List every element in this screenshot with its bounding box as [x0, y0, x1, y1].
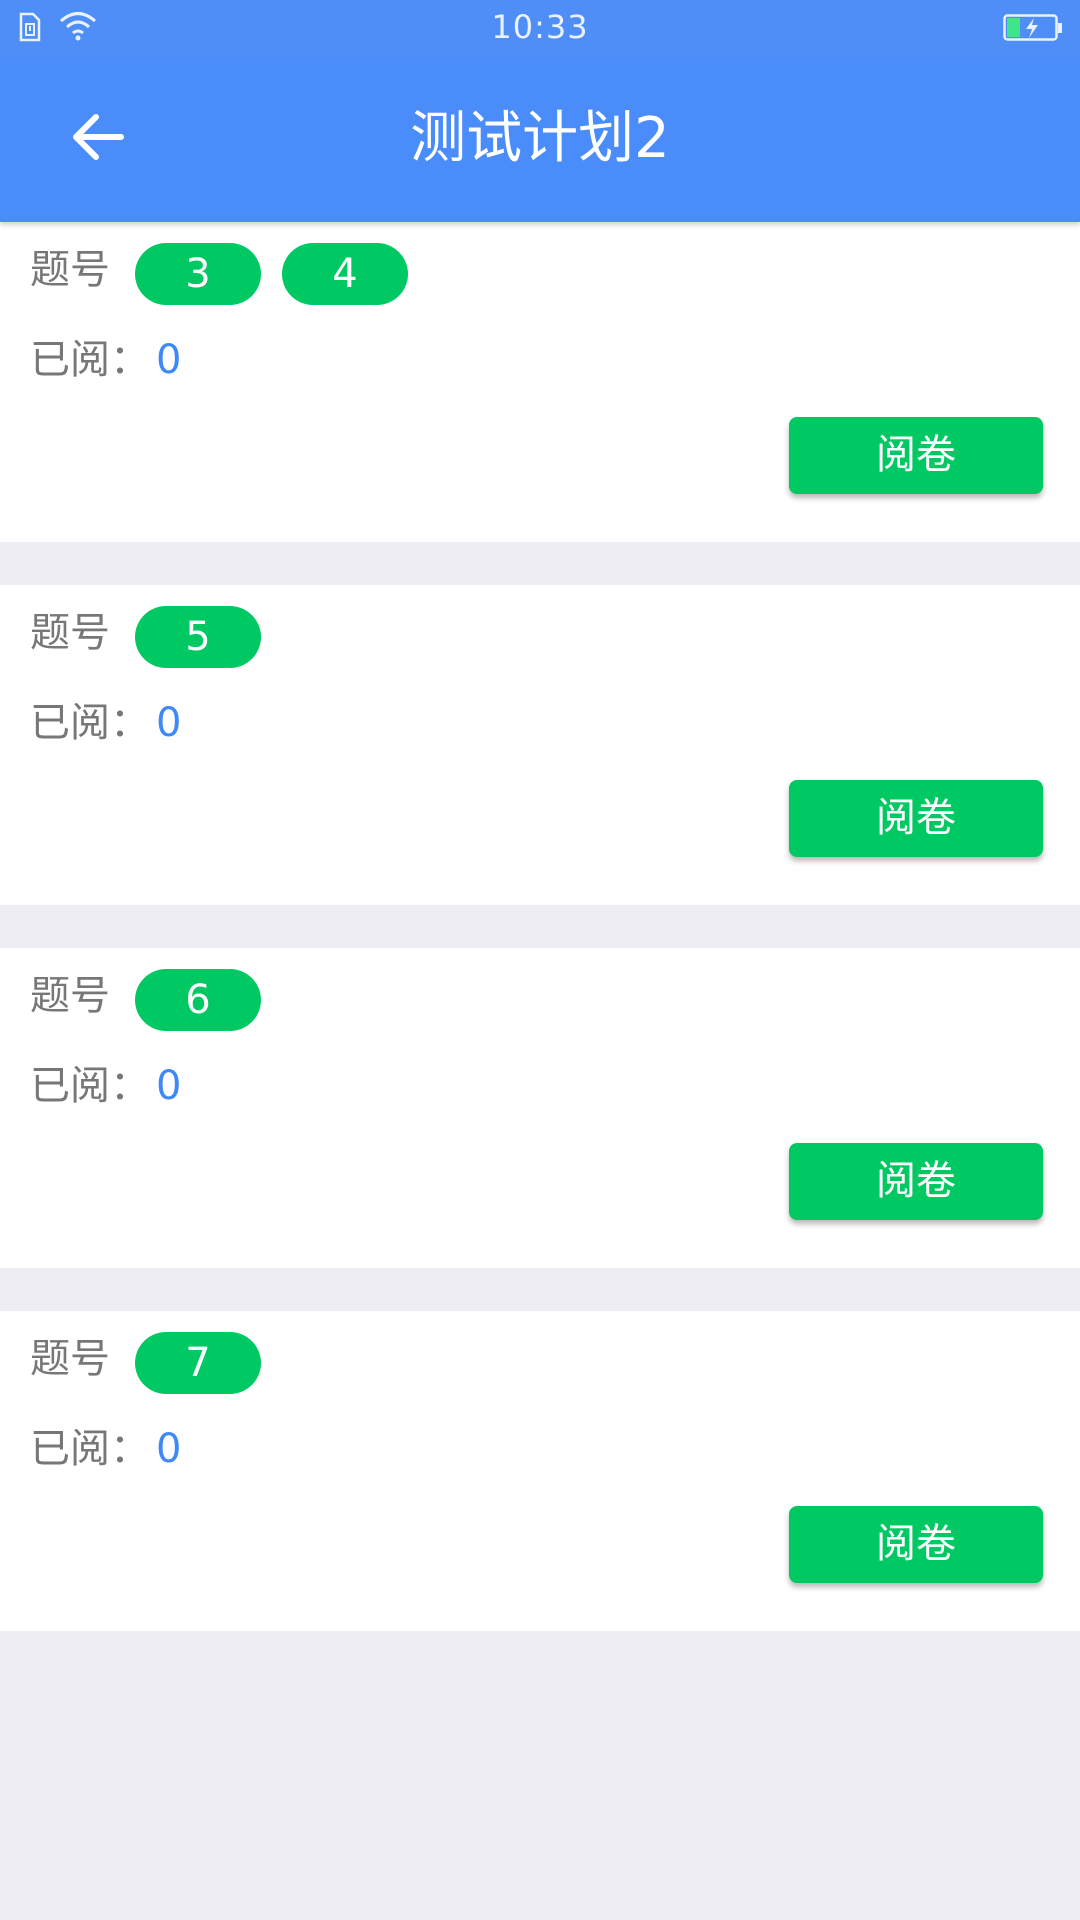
review-button[interactable]: 阅卷: [789, 417, 1043, 494]
question-label: 题号: [30, 973, 110, 1019]
question-label: 题号: [30, 610, 110, 656]
read-label: 已阅：: [30, 337, 150, 383]
status-time: 10:33: [491, 8, 589, 46]
plan-card: 题号 5 已阅： 0 阅卷: [0, 585, 1080, 905]
question-tag[interactable]: 5: [135, 606, 261, 668]
question-tag[interactable]: 3: [135, 243, 261, 305]
plan-card: 题号 6 已阅： 0 阅卷: [0, 948, 1080, 1268]
question-label: 题号: [30, 247, 110, 293]
status-bar: 10:33: [0, 0, 1080, 57]
question-tag[interactable]: 4: [282, 243, 408, 305]
read-count: 0: [156, 700, 182, 746]
battery-charging-icon: [1003, 14, 1063, 46]
question-tag[interactable]: 6: [135, 969, 261, 1031]
read-count: 0: [156, 337, 182, 383]
read-label: 已阅：: [30, 700, 150, 746]
plan-card: 题号 7 已阅： 0 阅卷: [0, 1311, 1080, 1631]
question-label: 题号: [30, 1336, 110, 1382]
read-label: 已阅：: [30, 1063, 150, 1109]
plan-card: 题号 3 4 已阅： 0 阅卷: [0, 222, 1080, 542]
read-count: 0: [156, 1063, 182, 1109]
app-bar: 测试计划2: [0, 57, 1080, 222]
question-tag[interactable]: 7: [135, 1332, 261, 1394]
read-label: 已阅：: [30, 1426, 150, 1472]
page-title: 测试计划2: [410, 106, 670, 171]
review-button[interactable]: 阅卷: [789, 1506, 1043, 1583]
read-count: 0: [156, 1426, 182, 1472]
review-button[interactable]: 阅卷: [789, 780, 1043, 857]
review-button[interactable]: 阅卷: [789, 1143, 1043, 1220]
